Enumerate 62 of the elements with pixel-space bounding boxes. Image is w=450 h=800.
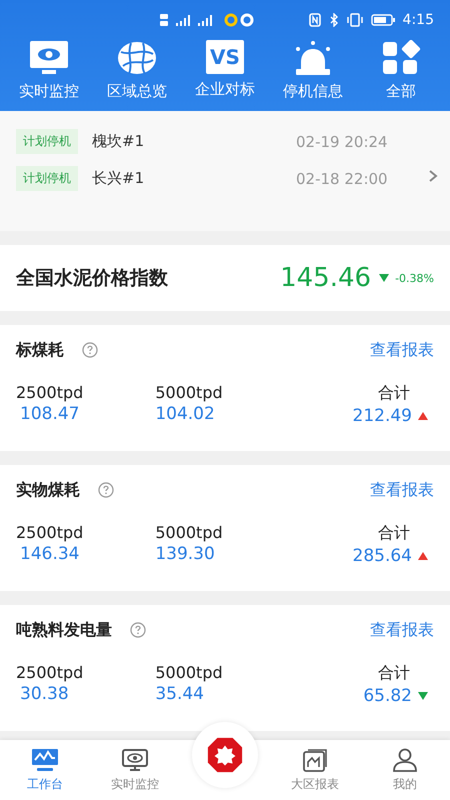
tab-bar-item[interactable]: 实时监控	[90, 740, 180, 800]
monitor-eye-icon	[121, 748, 149, 772]
column-label: 2500tpd	[16, 523, 84, 542]
person-icon	[391, 748, 419, 772]
metric-value: 139.30	[155, 544, 215, 564]
status-tag: 计划停机	[16, 129, 78, 154]
card-title: 标煤耗	[16, 340, 64, 360]
column-label: 5000tpd	[155, 383, 224, 402]
help-icon[interactable]	[98, 482, 114, 498]
view-report-link[interactable]: 查看报表	[370, 340, 434, 360]
chevron-right-icon[interactable]	[428, 169, 438, 183]
clock-time: 4:15	[402, 12, 434, 28]
view-report-link[interactable]: 查看报表	[370, 620, 434, 640]
quick-nav-item[interactable]: 实时监控	[6, 40, 92, 101]
quick-nav-item[interactable]: 全部	[358, 40, 444, 101]
card-title: 实物煤耗	[16, 480, 80, 500]
tab-bar-item[interactable]: 工作台	[0, 740, 90, 800]
quick-nav-item[interactable]: 停机信息	[270, 40, 356, 101]
vibrate-icon	[346, 13, 363, 27]
plant-name: 长兴#1	[92, 169, 146, 188]
view-report-link[interactable]: 查看报表	[370, 480, 434, 500]
price-index-value: 145.46	[280, 263, 372, 293]
column-label: 合计	[378, 663, 410, 684]
vs-badge: VS	[206, 40, 244, 74]
monitor-eye-icon	[29, 40, 69, 76]
nfc-icon	[308, 13, 321, 27]
quick-nav-item[interactable]: 区域总览	[94, 40, 180, 101]
metric-value: 30.38	[20, 684, 69, 704]
column-label: 2500tpd	[16, 383, 84, 402]
help-icon[interactable]	[82, 342, 98, 358]
price-index-title: 全国水泥价格指数	[16, 266, 169, 291]
metric-value: 108.47	[20, 404, 80, 424]
column-label: 合计	[378, 383, 410, 404]
metric-value: 146.34	[20, 544, 80, 564]
column-label: 合计	[378, 523, 410, 544]
status-tag: 计划停机	[16, 166, 78, 191]
tab-bar-item[interactable]: 我的	[360, 740, 450, 800]
quick-nav-item[interactable]: VS 企业对标	[182, 40, 268, 101]
octagon-logo-icon	[206, 736, 244, 774]
globe-icon	[117, 40, 157, 76]
metric-value: 35.44	[155, 684, 204, 704]
column-label: 5000tpd	[155, 523, 224, 542]
price-change: -0.38%	[395, 272, 434, 284]
battery-icon	[370, 13, 395, 27]
alarm-light-icon	[293, 40, 333, 76]
stoppage-time: 02-18 22:00	[296, 170, 389, 188]
plant-name: 槐坎#1	[92, 132, 146, 151]
bluetooth-icon	[328, 13, 339, 27]
tab-bar-item[interactable]: 大区报表	[270, 740, 360, 800]
metric-value: 104.02	[155, 404, 215, 424]
column-label: 2500tpd	[16, 663, 84, 682]
help-icon[interactable]	[130, 622, 146, 638]
pulse-chart-icon	[31, 748, 59, 772]
metric-value: 285.64	[352, 546, 412, 566]
metric-value: 212.49	[352, 406, 412, 426]
apps-grid-icon	[381, 40, 421, 76]
metric-value: 65.82	[363, 686, 412, 706]
stoppage-time: 02-19 20:24	[296, 132, 389, 150]
report-chart-icon	[301, 748, 329, 772]
app-status-icon	[224, 13, 254, 27]
card-title: 吨熟料发电量	[16, 620, 112, 640]
column-label: 5000tpd	[155, 663, 224, 682]
